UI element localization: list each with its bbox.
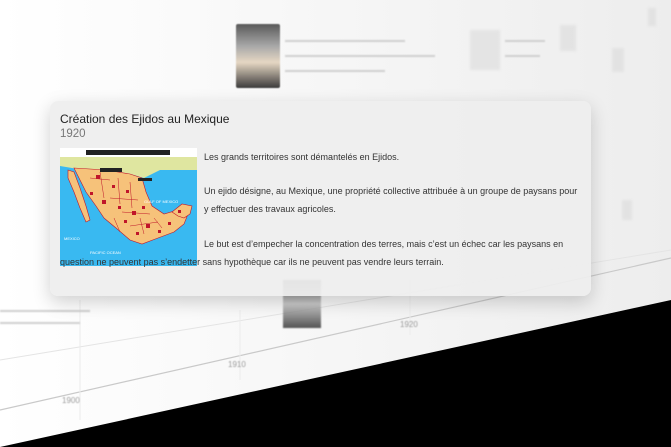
event-thumbnail <box>622 200 632 220</box>
event-thumbnail <box>612 48 624 72</box>
map-gulf-label: GULF OF MEXICO <box>144 199 178 204</box>
event-detail-card: Création des Ejidos au Mexique 1920 GULF… <box>50 101 591 296</box>
timeline-tick-label: 1920 <box>400 320 418 329</box>
timeline-tick-label: 1910 <box>228 360 246 369</box>
event-thumbnail <box>648 8 656 26</box>
event-year: 1920 <box>60 128 86 140</box>
event-description-paragraph: Les grands territoires sont démantelés e… <box>204 152 400 162</box>
event-description-paragraph: Un ejido désigne, au Mexique, une propri… <box>204 186 578 214</box>
event-description-paragraph: Le but est d’empecher la concentration d… <box>60 239 564 267</box>
timeline-tick-label: 1900 <box>62 396 80 405</box>
event-thumbnail <box>470 30 500 70</box>
event-thumbnail <box>560 25 576 51</box>
event-title: Création des Ejidos au Mexique <box>60 112 230 126</box>
portrait-image <box>236 24 280 88</box>
